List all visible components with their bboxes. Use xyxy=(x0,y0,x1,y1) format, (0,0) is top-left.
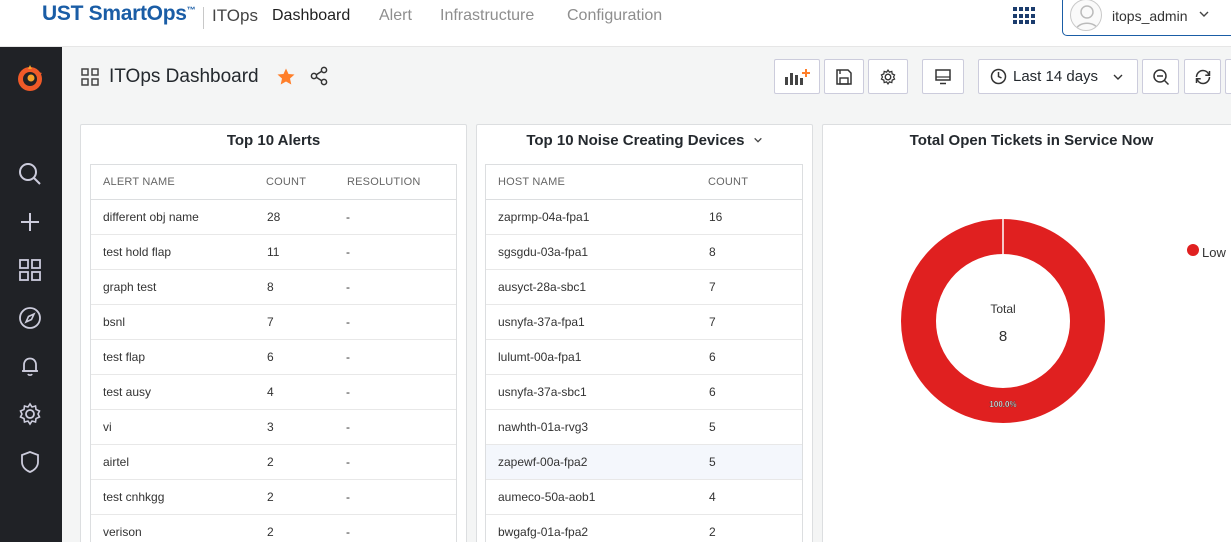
grafana-logo-icon[interactable] xyxy=(14,63,46,95)
save-icon xyxy=(836,68,852,85)
slice-percent-label: 100.0% xyxy=(989,400,1016,409)
table-row[interactable]: graph test 8- xyxy=(91,270,456,305)
top-navigation: UST SmartOps™ ITOps Dashboard Alert Infr… xyxy=(0,0,1231,47)
table-row[interactable]: verison 2- xyxy=(91,515,456,542)
panel-title[interactable]: Top 10 Noise Creating Devices xyxy=(477,132,812,149)
brand-divider xyxy=(203,7,204,29)
gear-icon[interactable] xyxy=(17,401,43,427)
column-header-resolution[interactable]: RESOLUTION xyxy=(347,176,421,188)
table-row[interactable]: lulumt-00a-fpa1 6 xyxy=(486,340,802,375)
tv-mode-button[interactable] xyxy=(922,59,964,94)
add-panel-icon xyxy=(785,68,810,85)
nav-dashboard[interactable]: Dashboard xyxy=(272,7,350,25)
legend-swatch-low[interactable] xyxy=(1187,244,1199,256)
refresh-interval-button[interactable] xyxy=(1225,59,1231,94)
table-header: ALERT NAME COUNT RESOLUTION xyxy=(91,165,456,200)
table-row[interactable]: test flap 6- xyxy=(91,340,456,375)
legend-label-low[interactable]: Low xyxy=(1202,245,1226,260)
shield-icon[interactable] xyxy=(17,449,43,475)
tickets-donut-chart: Total 8 100.0% xyxy=(901,219,1105,423)
table-row[interactable]: vi 3- xyxy=(91,410,456,445)
table-row[interactable]: zaprmp-04a-fpa1 16 xyxy=(486,200,802,235)
dashboards-icon[interactable] xyxy=(17,257,43,283)
nav-configuration[interactable]: Configuration xyxy=(567,7,662,25)
table-row[interactable]: usnyfa-37a-sbc1 6 xyxy=(486,375,802,410)
chevron-down-icon xyxy=(1113,74,1123,80)
column-header-count[interactable]: COUNT xyxy=(708,176,748,188)
table-row[interactable]: sgsgdu-03a-fpa1 8 xyxy=(486,235,802,270)
table-row[interactable]: airtel 2- xyxy=(91,445,456,480)
save-dashboard-button[interactable] xyxy=(824,59,864,94)
add-panel-button[interactable] xyxy=(774,59,820,94)
bell-icon[interactable] xyxy=(17,353,43,379)
column-header-alert-name[interactable]: ALERT NAME xyxy=(103,176,175,188)
brand-logo[interactable]: UST SmartOps™ xyxy=(42,2,196,26)
table-row[interactable]: usnyfa-37a-fpa1 7 xyxy=(486,305,802,340)
time-range-picker[interactable]: Last 14 days xyxy=(978,59,1138,94)
table-row[interactable]: nawhth-01a-rvg3 5 xyxy=(486,410,802,445)
dashboard-header: ITOps Dashboard Last 14 days xyxy=(62,47,1231,112)
page-title[interactable]: ITOps Dashboard xyxy=(109,66,259,88)
donut-center-value: 8 xyxy=(999,328,1007,345)
clock-icon xyxy=(990,68,1007,85)
top-alerts-panel: Top 10 Alerts ALERT NAME COUNT RESOLUTIO… xyxy=(80,124,467,542)
table-header: HOST NAME COUNT xyxy=(486,165,802,200)
table-row[interactable]: test hold flap 11- xyxy=(91,235,456,270)
nav-alert[interactable]: Alert xyxy=(379,7,412,25)
gear-icon xyxy=(880,68,896,85)
panel-title[interactable]: Top 10 Alerts xyxy=(81,132,466,149)
sidebar xyxy=(0,47,62,542)
monitor-icon xyxy=(935,68,951,84)
column-header-host-name[interactable]: HOST NAME xyxy=(498,176,565,188)
donut-slice-low[interactable] xyxy=(901,219,1105,423)
table-row[interactable]: test ausy 4- xyxy=(91,375,456,410)
chevron-down-icon xyxy=(1199,11,1209,17)
apps-grid-icon[interactable] xyxy=(1013,7,1035,25)
table-row[interactable]: different obj name 28- xyxy=(91,200,456,235)
column-header-count[interactable]: COUNT xyxy=(266,176,306,188)
refresh-icon xyxy=(1195,69,1210,84)
table-row[interactable]: bwgafg-01a-fpa2 2 xyxy=(486,515,802,542)
avatar xyxy=(1070,0,1102,31)
noise-devices-panel: Top 10 Noise Creating Devices HOST NAME … xyxy=(476,124,813,542)
dashboard-grid-icon xyxy=(81,68,99,86)
search-icon[interactable] xyxy=(17,161,43,187)
share-icon[interactable] xyxy=(309,66,329,86)
table-row[interactable]: aumeco-50a-aob1 4 xyxy=(486,480,802,515)
table-row[interactable]: bsnl 7- xyxy=(91,305,456,340)
table-row[interactable]: zapewf-00a-fpa2 5 xyxy=(486,445,802,480)
dashboard-settings-button[interactable] xyxy=(868,59,908,94)
open-tickets-panel: Total Open Tickets in Service Now Total … xyxy=(822,124,1231,542)
zoom-out-icon xyxy=(1152,68,1169,85)
refresh-button[interactable] xyxy=(1184,59,1221,94)
time-range-label: Last 14 days xyxy=(1013,68,1099,85)
user-name: itops_admin xyxy=(1112,8,1188,24)
nav-infrastructure[interactable]: Infrastructure xyxy=(440,7,534,25)
table-row[interactable]: test cnhkgg 2- xyxy=(91,480,456,515)
compass-icon[interactable] xyxy=(17,305,43,331)
donut-center-label: Total xyxy=(990,302,1015,316)
plus-icon[interactable] xyxy=(17,209,43,235)
app-name: ITOps xyxy=(212,6,258,25)
user-menu[interactable]: itops_admin xyxy=(1062,0,1231,36)
chevron-down-icon[interactable] xyxy=(753,135,763,145)
zoom-out-button[interactable] xyxy=(1142,59,1179,94)
alerts-table: ALERT NAME COUNT RESOLUTION different ob… xyxy=(90,164,457,542)
table-row[interactable]: ausyct-28a-sbc1 7 xyxy=(486,270,802,305)
devices-table: HOST NAME COUNT zaprmp-04a-fpa1 16 sgsgdu… xyxy=(485,164,803,542)
star-icon[interactable] xyxy=(276,67,296,87)
